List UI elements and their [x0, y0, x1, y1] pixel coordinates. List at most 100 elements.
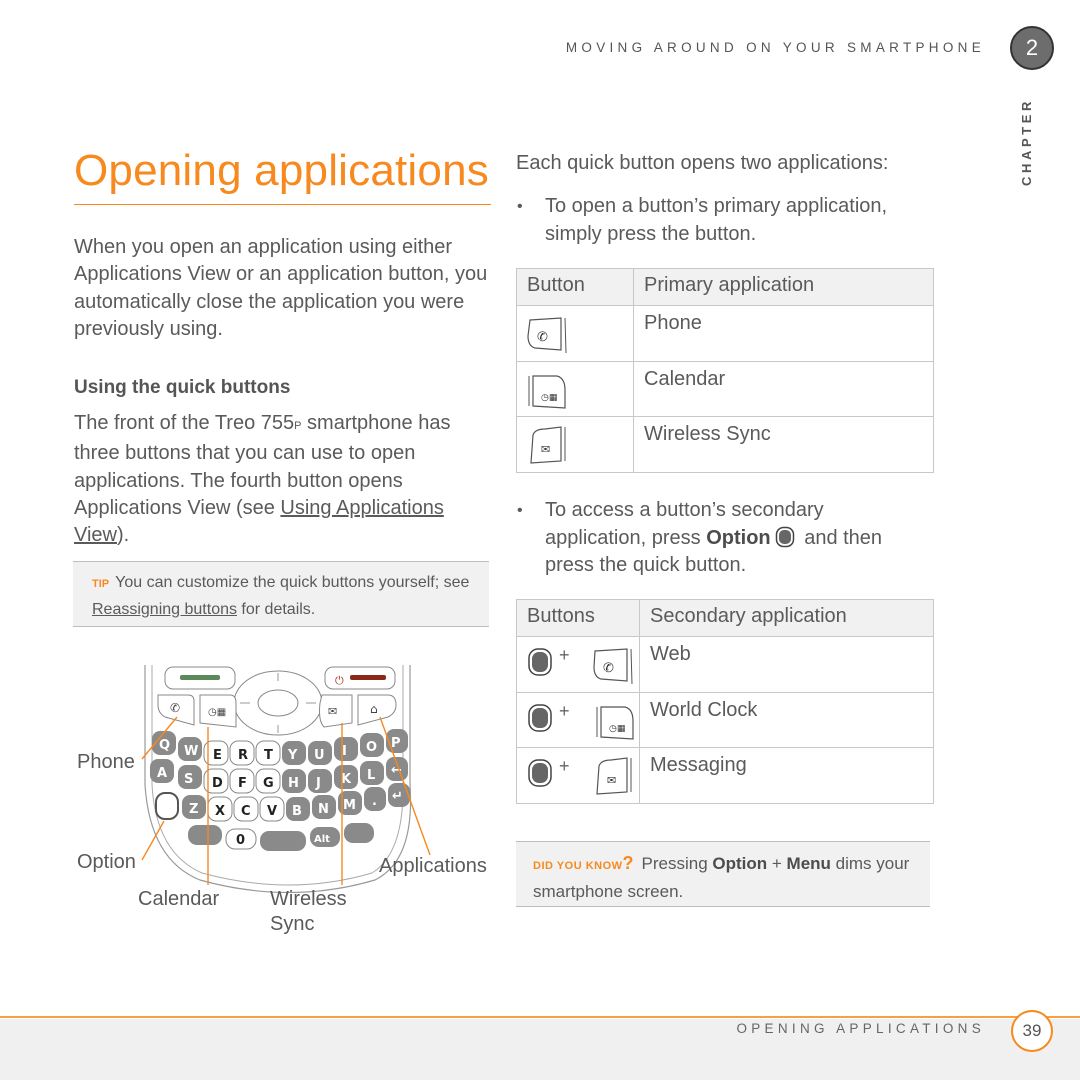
table-row: ✉ Wireless Sync	[516, 416, 934, 473]
tip-label: TIP	[92, 578, 110, 590]
question-mark-icon: ?	[622, 853, 634, 873]
svg-text:0: 0	[236, 833, 245, 848]
svg-text:◷▦: ◷▦	[208, 707, 226, 718]
did-you-know-box: DID YOU KNOW? Pressing Option + Menu dims…	[516, 841, 930, 907]
intro-paragraph: When you open an application using eithe…	[74, 236, 488, 340]
svg-text:✆: ✆	[170, 701, 180, 715]
option-bold: Option	[712, 854, 768, 873]
section-heading: Using the quick buttons	[74, 377, 291, 398]
svg-text:T: T	[264, 748, 273, 763]
svg-text:N: N	[318, 802, 329, 817]
svg-text:V: V	[267, 804, 277, 819]
table-row: ✉ + Messaging	[516, 747, 934, 804]
running-head: MOVING AROUND ON YOUR SMARTPHONE	[565, 40, 985, 55]
option-plus-calendar-icon: ◷▦ +	[516, 692, 640, 748]
plus-sign: +	[559, 756, 570, 776]
svg-text:J: J	[315, 776, 321, 791]
did-you-know-label: DID YOU KNOW	[533, 860, 623, 872]
text: The front of the Treo 755	[74, 412, 295, 434]
calendar-button-icon: ◷▦	[516, 361, 634, 417]
secondary-application-table: Buttons Secondary application ✆ + Web ◷▦…	[516, 599, 934, 804]
calendar-callout: Calendar	[138, 888, 220, 910]
table-header-buttons: Buttons	[516, 599, 640, 637]
bullet-secondary: To access a button’s secondary applicati…	[516, 497, 926, 580]
wireless-sync-line1: Wireless	[270, 888, 347, 910]
svg-text:◷▦: ◷▦	[609, 724, 625, 734]
plus-sign: +	[559, 701, 570, 721]
title-divider	[74, 204, 491, 205]
primary-app-wireless-sync: Wireless Sync	[633, 416, 934, 473]
table-header-primary-application: Primary application	[633, 268, 934, 306]
option-plus-wireless-sync-icon: ✉ +	[516, 747, 640, 804]
option-key-icon	[775, 526, 794, 547]
chapter-number-badge: 2	[1010, 26, 1054, 70]
svg-text:↵: ↵	[392, 789, 403, 804]
primary-app-calendar: Calendar	[633, 361, 934, 417]
svg-text:U: U	[314, 748, 325, 763]
svg-text:P: P	[391, 736, 401, 751]
wireless-sync-line2: Sync	[270, 913, 315, 935]
footer-divider	[0, 1016, 1080, 1018]
svg-text:I: I	[342, 744, 347, 759]
svg-text:C: C	[241, 804, 251, 819]
svg-text:⌂: ⌂	[370, 702, 378, 716]
svg-text:O: O	[366, 740, 377, 755]
wireless-sync-callout: Wireless Sync	[270, 887, 347, 937]
svg-text:L: L	[367, 768, 375, 783]
svg-text:✆: ✆	[537, 330, 548, 345]
svg-text:Alt: Alt	[314, 834, 330, 845]
svg-text:E: E	[213, 748, 222, 763]
page-number: 39	[1011, 1010, 1053, 1052]
tip-text-end: for details.	[236, 601, 316, 618]
primary-application-table: Button Primary application ✆ Phone ◷▦ Ca…	[516, 268, 934, 473]
svg-text:Y: Y	[287, 748, 298, 763]
footer-section-title: OPENING APPLICATIONS	[736, 1021, 985, 1036]
option-callout: Option	[77, 851, 136, 873]
qwerty-keys: Q W E R T Y U I O P A S D F G H J K L ← …	[150, 729, 410, 851]
svg-text:X: X	[215, 804, 225, 819]
svg-text:✉: ✉	[328, 705, 337, 718]
svg-text:D: D	[212, 776, 223, 791]
reassigning-buttons-link[interactable]: Reassigning buttons	[92, 601, 237, 618]
tip-text: You can customize the quick buttons your…	[115, 574, 470, 591]
option-key	[155, 792, 179, 820]
svg-text:⏻: ⏻	[335, 674, 344, 687]
page-title: Opening applications	[74, 146, 489, 195]
svg-text:Z: Z	[189, 802, 198, 817]
text: Pressing	[641, 854, 713, 873]
applications-callout: Applications	[379, 855, 487, 877]
svg-text:F: F	[238, 776, 247, 791]
svg-text:S: S	[184, 772, 193, 787]
smartphone-keyboard-diagram: ⏻ ✆ ◷▦ ✉ ⌂ Q W E R T Y U I O P A S D F G…	[70, 655, 510, 945]
secondary-app-web: Web	[639, 636, 934, 693]
svg-text:M: M	[343, 798, 356, 813]
option-bold: Option	[706, 526, 771, 549]
svg-text:←: ←	[391, 763, 402, 778]
secondary-app-messaging: Messaging	[639, 747, 934, 804]
table-row: ✆ Phone	[516, 305, 934, 362]
phone-callout: Phone	[77, 751, 135, 773]
svg-text:✉: ✉	[607, 774, 616, 787]
svg-text:A: A	[157, 766, 167, 781]
table-row: ✆ + Web	[516, 636, 934, 693]
secondary-app-world-clock: World Clock	[639, 692, 934, 748]
right-intro: Each quick button opens two applications…	[516, 152, 889, 174]
table-header-secondary-application: Secondary application	[639, 599, 934, 637]
text: ).	[117, 524, 130, 547]
svg-text:H: H	[288, 776, 299, 791]
phone-button-icon: ✆	[516, 305, 634, 362]
menu-bold: Menu	[786, 854, 831, 873]
option-plus-phone-icon: ✆ +	[516, 636, 640, 693]
svg-text:W: W	[184, 744, 198, 759]
svg-text:✆: ✆	[603, 661, 614, 676]
svg-text:R: R	[238, 748, 248, 763]
svg-text:Q: Q	[159, 738, 170, 753]
svg-text:B: B	[292, 804, 302, 819]
primary-app-phone: Phone	[633, 305, 934, 362]
wireless-sync-button-icon: ✉	[516, 416, 634, 473]
quick-buttons-paragraph: The front of the Treo 755P smartphone ha…	[74, 410, 494, 549]
tip-box: TIP You can customize the quick buttons y…	[73, 561, 489, 627]
svg-text:.: .	[372, 794, 377, 809]
text: +	[767, 854, 787, 873]
plus-sign: +	[559, 645, 570, 665]
